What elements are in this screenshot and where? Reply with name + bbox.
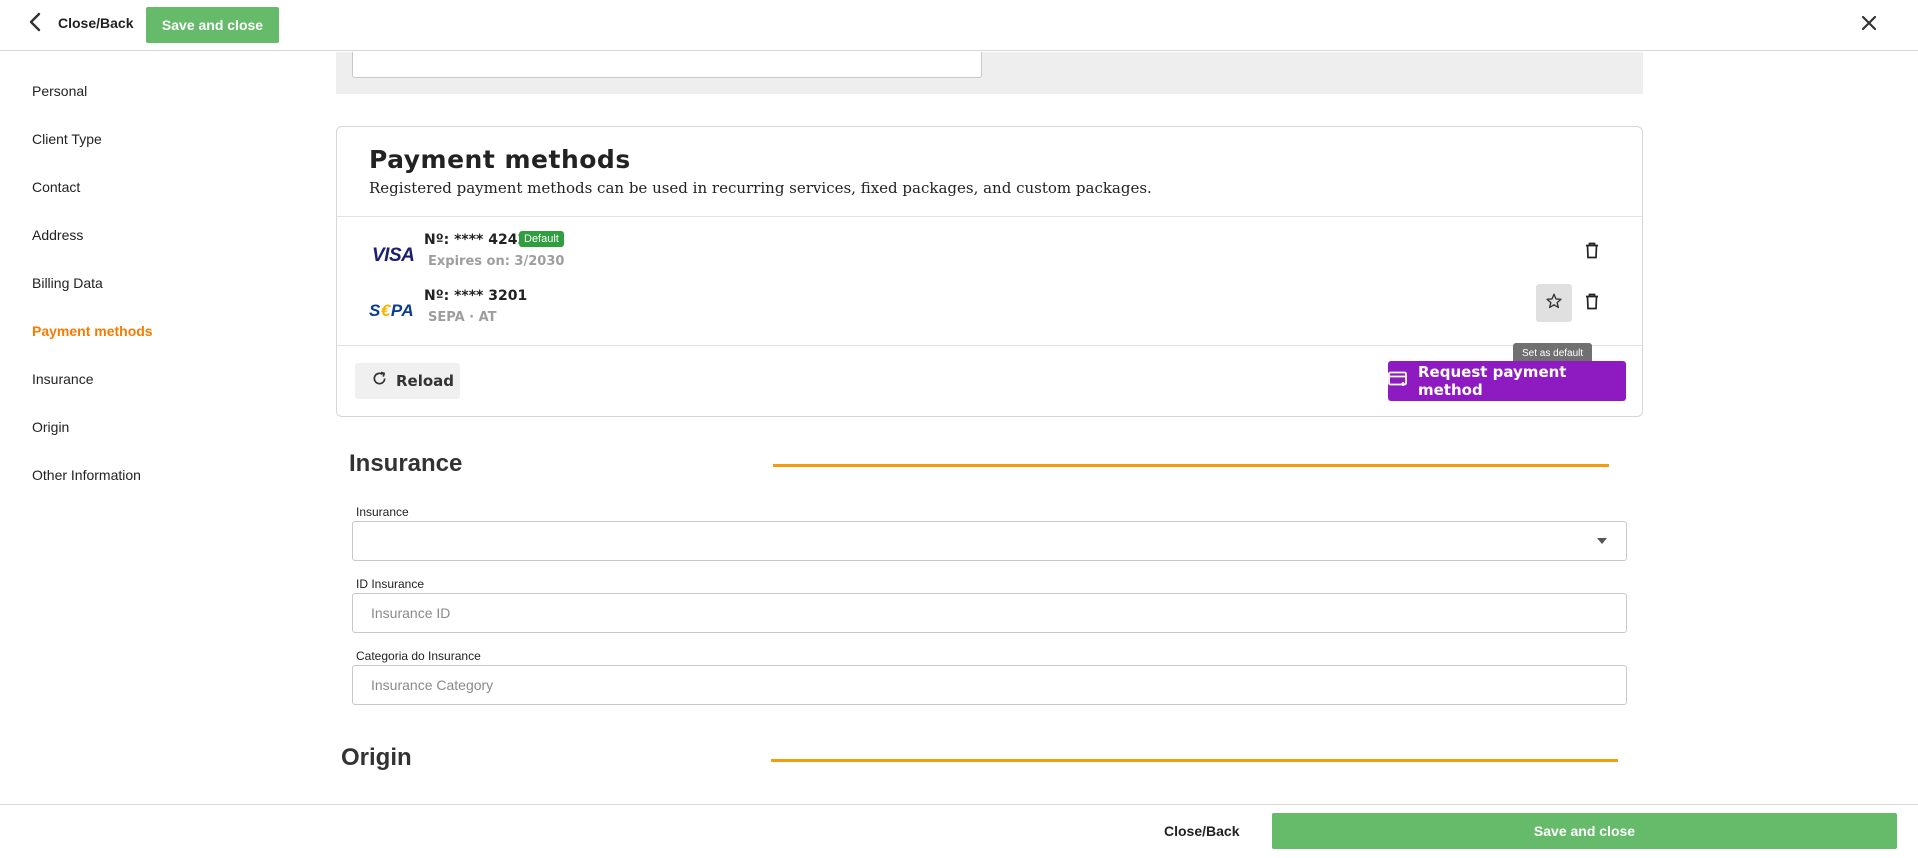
payment-methods-title: Payment methods	[369, 145, 631, 174]
payment-method-row: VISA Nº: **** 4242 Default Expires on: 3…	[337, 228, 1642, 278]
save-and-close-button[interactable]: Save and close	[146, 7, 279, 43]
default-badge: Default	[519, 231, 564, 247]
insurance-id-input[interactable]	[352, 593, 1627, 633]
close-back-link[interactable]: Close/Back	[58, 15, 133, 31]
star-outline-icon	[1545, 292, 1563, 315]
close-button[interactable]	[1857, 13, 1881, 37]
sidebar-item-other-information[interactable]: Other Information	[32, 467, 141, 483]
card-divider	[337, 216, 1642, 217]
sepa-logo: S€PA	[369, 301, 415, 320]
section-divider-line	[771, 759, 1618, 762]
payment-method-number: Nº: **** 3201	[424, 288, 528, 304]
origin-section-title: Origin	[341, 744, 412, 771]
payment-method-expiry: Expires on: 3/2030	[428, 254, 565, 269]
section-divider-line	[773, 464, 1609, 467]
visa-logo: VISA	[372, 245, 415, 266]
sidebar-item-contact[interactable]: Contact	[32, 179, 80, 195]
request-payment-method-button[interactable]: Request payment method	[1388, 361, 1626, 401]
sidebar-item-insurance[interactable]: Insurance	[32, 371, 93, 387]
chevron-down-icon[interactable]	[1597, 536, 1607, 546]
delete-button[interactable]	[1582, 242, 1602, 264]
trash-icon	[1585, 293, 1599, 315]
previous-section-input[interactable]	[352, 52, 982, 78]
top-bar: Close/Back Save and close	[0, 0, 1918, 51]
insurance-category-input[interactable]	[352, 665, 1627, 705]
sidebar-item-client-type[interactable]: Client Type	[32, 131, 102, 147]
reload-label: Reload	[396, 372, 455, 390]
sidebar-item-origin[interactable]: Origin	[32, 419, 69, 435]
chevron-left-icon	[28, 12, 42, 37]
payment-method-row: S€PA Nº: **** 3201 SEPA · AT	[337, 284, 1642, 334]
close-back-button[interactable]: Close/Back	[1164, 823, 1239, 839]
card-divider	[337, 345, 1642, 346]
reload-icon	[372, 371, 387, 391]
insurance-field-label: Insurance	[356, 505, 409, 519]
delete-button[interactable]	[1582, 293, 1602, 315]
insurance-section-title: Insurance	[349, 450, 463, 477]
id-insurance-label: ID Insurance	[356, 577, 425, 591]
sidebar-item-personal[interactable]: Personal	[32, 83, 87, 99]
sidebar-item-billing-data[interactable]: Billing Data	[32, 275, 103, 291]
sidebar-item-payment-methods[interactable]: Payment methods	[32, 323, 153, 339]
insurance-select[interactable]	[352, 521, 1627, 561]
reload-button[interactable]: Reload	[355, 363, 460, 399]
save-and-close-button[interactable]: Save and close	[1272, 813, 1897, 849]
close-icon	[1861, 15, 1877, 36]
credit-card-add-icon	[1388, 371, 1408, 392]
payment-method-detail: SEPA · AT	[428, 310, 497, 325]
back-button[interactable]	[24, 12, 46, 36]
sidebar-item-address[interactable]: Address	[32, 227, 83, 243]
payment-methods-description: Registered payment methods can be used i…	[369, 179, 1152, 197]
payment-method-number: Nº: **** 4242	[424, 232, 528, 248]
payment-methods-card: Payment methods Registered payment metho…	[336, 126, 1643, 417]
trash-icon	[1585, 242, 1599, 264]
insurance-category-label: Categoria do Insurance	[356, 649, 481, 663]
bottom-bar: Close/Back Save and close	[0, 804, 1918, 858]
request-payment-method-label: Request payment method	[1418, 363, 1567, 399]
set-default-button[interactable]	[1536, 284, 1572, 322]
